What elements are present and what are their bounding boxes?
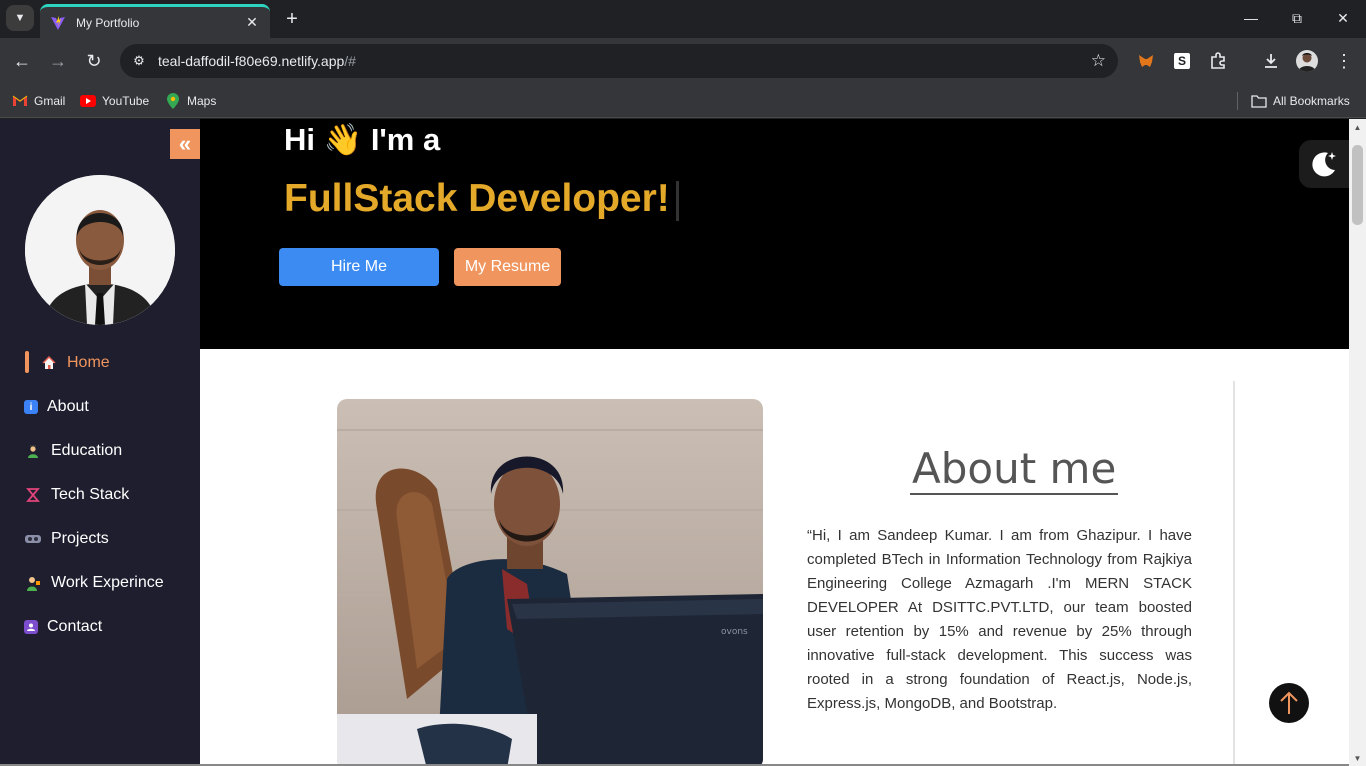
sidebar-item-label: Tech Stack (51, 486, 130, 503)
menu-kebab-icon[interactable]: ⋮ (1333, 50, 1355, 72)
site-info-icon[interactable]: ⚙ (128, 53, 150, 69)
contact-card-icon (24, 620, 38, 634)
sidebar-nav: Home i About Education Tech Stack Projec… (24, 341, 200, 649)
tab-search-button[interactable]: ▼ (6, 5, 34, 31)
profile-avatar-photo (25, 175, 175, 325)
about-photo: ovons (337, 399, 763, 766)
reload-button[interactable]: ↻ (80, 47, 108, 75)
worker-icon (24, 574, 42, 592)
scroll-up-arrow-icon[interactable]: ▲ (1349, 119, 1366, 135)
bookmarks-divider (1237, 92, 1238, 110)
svg-text:ovons: ovons (721, 627, 748, 637)
address-url: teal-daffodil-f80e69.netlify.app/# (158, 53, 356, 69)
sidebar-item-education[interactable]: Education (24, 429, 200, 473)
close-window-button[interactable]: ✕ (1320, 0, 1366, 36)
s-extension-icon[interactable]: S (1171, 50, 1193, 72)
home-icon (40, 354, 58, 372)
bookmark-maps[interactable]: Maps (165, 90, 216, 112)
arrow-up-icon (1280, 691, 1298, 714)
bookmark-star-icon[interactable]: ☆ (1091, 51, 1106, 71)
vr-headset-icon (24, 530, 42, 548)
sidebar-item-tech-stack[interactable]: Tech Stack (24, 473, 200, 517)
browser-toolbar: ← → ↻ ⚙ teal-daffodil-f80e69.netlify.app… (0, 38, 1366, 84)
typing-cursor (675, 180, 679, 221)
folder-icon (1251, 93, 1267, 109)
bookmark-youtube[interactable]: YouTube (80, 90, 149, 112)
theme-toggle-button[interactable] (1299, 140, 1349, 188)
sidebar-collapse-button[interactable]: « (170, 129, 200, 159)
hero-role-text: FullStack Developer! (284, 177, 670, 220)
my-resume-button[interactable]: My Resume (454, 248, 561, 286)
double-chevron-left-icon: « (178, 131, 192, 156)
sidebar-item-projects[interactable]: Projects (24, 517, 200, 561)
about-description: “Hi, I am Sandeep Kumar. I am from Ghazi… (807, 527, 1192, 712)
sidebar-item-home[interactable]: Home (24, 341, 200, 385)
browser-tab-active[interactable]: My Portfolio ✕ (40, 4, 270, 38)
gmail-icon (12, 93, 28, 109)
all-bookmarks-label: All Bookmarks (1273, 94, 1350, 108)
sidebar-item-about[interactable]: i About (24, 385, 200, 429)
metamask-extension-icon[interactable] (1135, 50, 1157, 72)
sidebar-item-label: Contact (47, 618, 103, 635)
sidebar: « Home i About Education Tech Stack Proj… (0, 119, 200, 766)
vertical-scrollbar[interactable]: ▲ ▼ (1349, 119, 1366, 766)
browser-tab-bar: ▼ My Portfolio ✕ + — ⧉ ✕ (0, 0, 1366, 38)
bookmarks-bar: Gmail YouTube Maps All Bookmarks (0, 84, 1366, 118)
scroll-down-arrow-icon[interactable]: ▼ (1349, 750, 1366, 766)
sidebar-item-label: Education (51, 442, 123, 459)
forward-button[interactable]: → (44, 47, 72, 75)
url-path: /# (344, 53, 356, 69)
bookmark-label: Maps (187, 94, 217, 108)
moon-stars-icon (1312, 152, 1336, 177)
vite-favicon-icon (51, 15, 65, 30)
all-bookmarks-button[interactable]: All Bookmarks (1251, 90, 1350, 112)
tab-title: My Portfolio (76, 15, 140, 30)
about-title: About me (910, 444, 1119, 495)
restore-button[interactable]: ⧉ (1274, 0, 1320, 36)
page-viewport: « Home i About Education Tech Stack Proj… (0, 119, 1366, 766)
profile-avatar[interactable] (1296, 50, 1318, 72)
scroll-to-top-button[interactable] (1269, 683, 1309, 723)
youtube-icon (80, 93, 96, 109)
new-tab-button[interactable]: + (280, 7, 304, 31)
url-host: teal-daffodil-f80e69.netlify.app (158, 53, 345, 69)
maps-icon (165, 93, 181, 109)
bookmark-label: YouTube (102, 94, 150, 108)
minimize-button[interactable]: — (1228, 0, 1274, 36)
back-button[interactable]: ← (8, 47, 36, 75)
sidebar-item-label: About (47, 398, 89, 415)
hire-me-button[interactable]: Hire Me (279, 248, 439, 286)
download-icon[interactable] (1260, 50, 1282, 72)
sidebar-item-work-experience[interactable]: Work Experince (24, 561, 200, 605)
bookmark-label: Gmail (34, 94, 66, 108)
hourglass-icon (24, 486, 42, 504)
sidebar-item-label: Work Experince (51, 574, 164, 591)
info-icon: i (24, 400, 38, 414)
bookmark-gmail[interactable]: Gmail (12, 90, 65, 112)
tab-close-icon[interactable]: ✕ (244, 14, 260, 31)
extensions-puzzle-icon[interactable] (1207, 50, 1229, 72)
hero-section: Hi 👋 I'm a FullStack Developer! Hire Me … (200, 119, 1349, 349)
chevron-down-icon: ▼ (14, 12, 26, 24)
address-bar[interactable]: ⚙ teal-daffodil-f80e69.netlify.app/# ☆ (120, 44, 1118, 78)
scrollbar-thumb[interactable] (1352, 145, 1363, 225)
hero-greeting: Hi 👋 I'm a (284, 122, 441, 157)
sidebar-item-label: Projects (51, 530, 109, 547)
sidebar-item-label: Home (67, 354, 110, 371)
student-icon (24, 442, 42, 460)
hero-role: FullStack Developer! (284, 177, 679, 221)
sidebar-item-contact[interactable]: Contact (24, 605, 200, 649)
card-divider (1233, 381, 1235, 766)
